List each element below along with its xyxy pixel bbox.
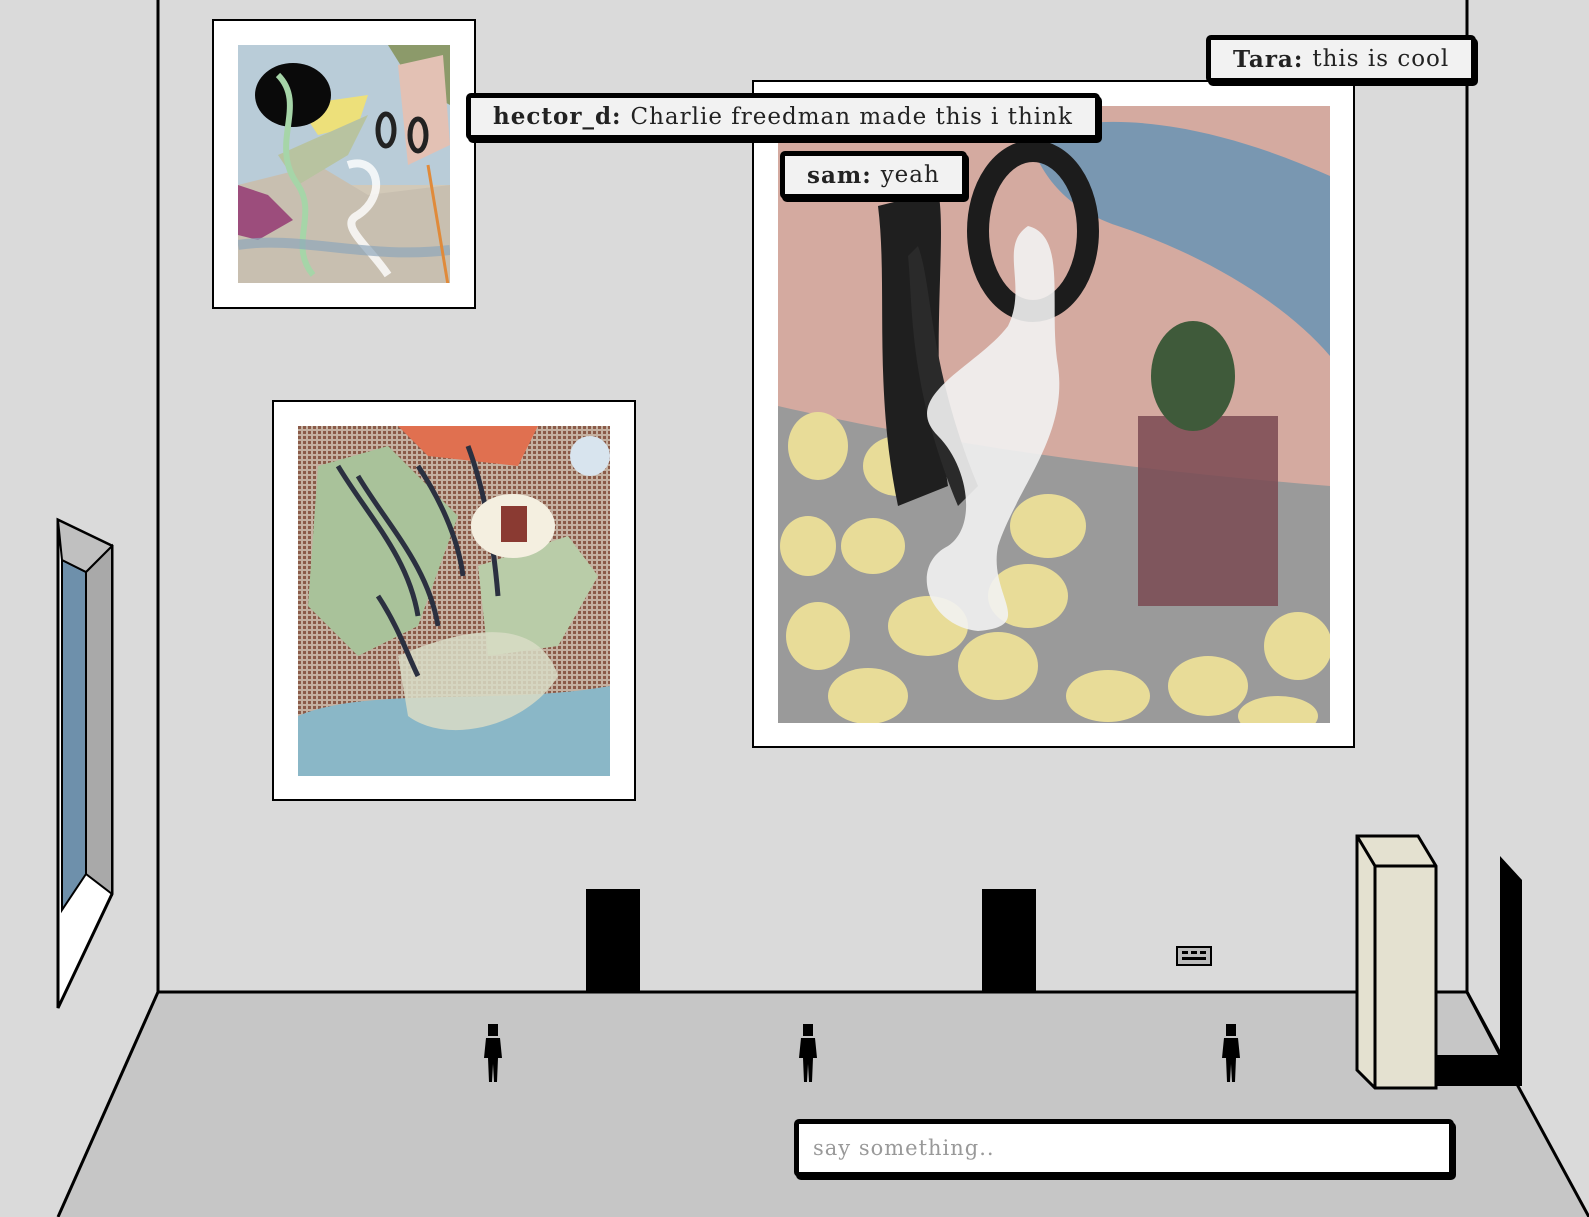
chat-message-tara: Tara: this is cool [1206, 35, 1477, 83]
chat-message-text: this is cool [1312, 46, 1450, 72]
doorway-left[interactable] [586, 889, 640, 993]
chat-message-user: Tara: [1233, 45, 1304, 73]
chat-message-text: yeah [880, 162, 940, 188]
left-wall-window [56, 517, 114, 1009]
chat-input[interactable] [794, 1119, 1454, 1177]
chat-message-hector: hector_d: Charlie freedman made this i t… [466, 93, 1100, 140]
artwork-top-left-image [238, 45, 450, 283]
chat-message-user: sam: [807, 161, 872, 189]
gallery-scene: Tara: this is cool hector_d: Charlie fre… [0, 0, 1589, 1217]
chat-message-user: hector_d: [493, 103, 622, 130]
visitor-avatar[interactable] [797, 1024, 819, 1084]
artwork-bottom-left-image [298, 426, 610, 776]
chat-message-sam: sam: yeah [780, 151, 967, 199]
visitor-avatar[interactable] [482, 1024, 504, 1084]
cabinet [1355, 834, 1438, 1090]
artwork-bottom-left[interactable] [272, 400, 636, 801]
visitor-avatar[interactable] [1220, 1024, 1242, 1084]
chat-message-text: Charlie freedman made this i think [630, 103, 1073, 130]
artwork-top-left[interactable] [212, 19, 476, 309]
doorway-right[interactable] [982, 889, 1036, 993]
wall-plaque [1176, 946, 1212, 966]
